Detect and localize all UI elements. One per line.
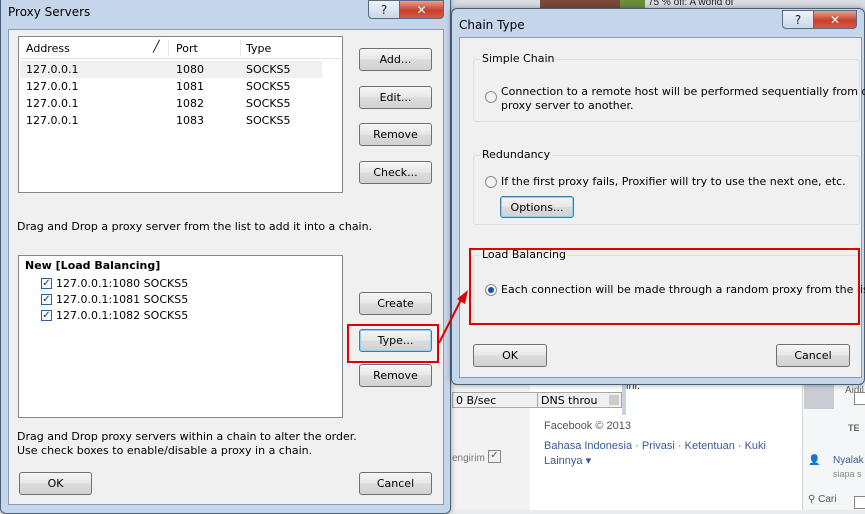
column-address[interactable]: Address (26, 42, 70, 55)
cell-address: 127.0.0.1 (26, 114, 79, 127)
link-privasi[interactable]: Privasi (642, 440, 675, 452)
annotation-arrow (438, 290, 468, 344)
simple-chain-text-2[interactable]: proxy server to another. (501, 99, 634, 112)
footer-links: Bahasa Indonesia · Privasi · Ketentuan ·… (544, 440, 766, 467)
chain-item-checkbox[interactable]: ✓ (41, 293, 52, 305)
table-row[interactable]: 127.0.0.1 1080 SOCKS5 (20, 61, 322, 78)
close-button[interactable]: ✕ (399, 0, 444, 19)
annotation-load-balancing-highlight (469, 248, 860, 325)
avatar (804, 385, 834, 409)
chain-list[interactable]: New [Load Balancing] ✓ 127.0.0.1:1080 SO… (18, 255, 343, 418)
window-title: Chain Type (459, 18, 525, 32)
cell-address: 127.0.0.1 (26, 97, 79, 110)
status-grip (609, 395, 619, 405)
proxy-client-area: Address ╱ Port Type 127.0.0.1 1080 SOCKS… (8, 29, 444, 505)
status-separator (537, 393, 538, 407)
chain-item-label: 127.0.0.1:1081 SOCKS5 (56, 292, 189, 306)
background-ad-text: 75 % off: A world of (648, 0, 734, 8)
background-checkbox (854, 392, 865, 405)
cell-type: SOCKS5 (246, 63, 291, 76)
column-port[interactable]: Port (176, 42, 198, 55)
background-send-checkbox: ✓ (488, 450, 501, 463)
remove-proxy-button[interactable]: Remove (359, 123, 432, 146)
options-button[interactable]: Options... (500, 196, 574, 218)
cancel-button[interactable]: Cancel (359, 472, 432, 495)
cell-port: 1081 (176, 80, 204, 93)
cell-address: 127.0.0.1 (26, 63, 79, 76)
drag-hint-top: Drag and Drop a proxy server from the li… (17, 220, 373, 233)
facebook-copyright: Facebook © 2013 (544, 420, 631, 432)
close-button[interactable]: ✕ (813, 10, 857, 29)
simple-chain-group: Simple Chain Connection to a remote host… (473, 52, 865, 122)
help-button[interactable]: ? (782, 10, 814, 29)
proxy-list-header: Address ╱ Port Type (20, 38, 341, 59)
ok-button[interactable]: OK (19, 472, 92, 495)
edit-button[interactable]: Edit... (359, 86, 432, 109)
link-bahasa[interactable]: Bahasa Indonesia (544, 440, 632, 452)
chain-name[interactable]: New [Load Balancing] (25, 259, 160, 272)
link-ketentuan[interactable]: Ketentuan (685, 440, 735, 452)
table-row[interactable]: 127.0.0.1 1081 SOCKS5 (20, 78, 322, 95)
cell-port: 1080 (176, 63, 204, 76)
simple-chain-radio[interactable] (485, 91, 497, 103)
chain-ok-button[interactable]: OK (473, 344, 547, 367)
cell-port: 1083 (176, 114, 204, 127)
help-button[interactable]: ? (368, 0, 400, 19)
chain-item[interactable]: ✓ 127.0.0.1:1082 SOCKS5 (41, 307, 188, 323)
search-text: Cari (818, 494, 837, 505)
chain-item-checkbox[interactable]: ✓ (41, 309, 52, 321)
cell-address: 127.0.0.1 (26, 80, 79, 93)
chain-type-client-area: Simple Chain Connection to a remote host… (459, 37, 865, 378)
check-button[interactable]: Check... (359, 161, 432, 184)
search-icon: ⚲ (808, 494, 816, 505)
redundancy-group: Redundancy If the first proxy fails, Pro… (473, 148, 860, 225)
cell-port: 1082 (176, 97, 204, 110)
background-checkbox (854, 496, 865, 509)
link-kuki[interactable]: Kuki (745, 440, 766, 452)
chat-header: TE (848, 423, 860, 433)
redundancy-text[interactable]: If the first proxy fails, Proxifier will… (501, 175, 846, 188)
drag-hint-bottom-1: Drag and Drop proxy servers within a cha… (17, 430, 357, 443)
cell-type: SOCKS5 (246, 97, 291, 110)
column-separator[interactable] (168, 40, 169, 56)
search-label[interactable]: ⚲ Cari (808, 494, 836, 505)
chain-cancel-button[interactable]: Cancel (776, 344, 850, 367)
annotation-type-highlight (347, 324, 439, 363)
chain-item[interactable]: ✓ 127.0.0.1:1081 SOCKS5 (41, 291, 188, 307)
chain-item[interactable]: ✓ 127.0.0.1:1080 SOCKS5 (41, 275, 188, 291)
status-speed: 0 B/sec (456, 394, 497, 407)
cell-type: SOCKS5 (246, 114, 291, 127)
proxy-list[interactable]: Address ╱ Port Type 127.0.0.1 1080 SOCKS… (18, 36, 343, 193)
table-row[interactable]: 127.0.0.1 1083 SOCKS5 (20, 112, 322, 129)
status-dns: DNS throu (541, 394, 598, 407)
cell-type: SOCKS5 (246, 80, 291, 93)
drag-hint-bottom-2: Use check boxes to enable/disable a prox… (17, 444, 313, 457)
create-chain-button[interactable]: Create (359, 292, 432, 315)
window-title: Proxy Servers (8, 5, 91, 19)
chain-item-label: 127.0.0.1:1080 SOCKS5 (56, 276, 189, 290)
redundancy-radio[interactable] (485, 176, 497, 188)
simple-chain-text-1[interactable]: Connection to a remote host will be perf… (501, 85, 865, 98)
chain-type-window: Chain Type ? ✕ Simple Chain Connection t… (451, 8, 865, 385)
sort-icon: ╱ (153, 40, 160, 53)
link-lainnya[interactable]: Lainnya ▾ (544, 455, 591, 467)
chain-item-checkbox[interactable]: ✓ (41, 277, 52, 289)
table-row[interactable]: 127.0.0.1 1082 SOCKS5 (20, 95, 322, 112)
chain-item-label: 127.0.0.1:1082 SOCKS5 (56, 308, 189, 322)
remove-chain-button[interactable]: Remove (359, 364, 432, 387)
background-statusbar: 0 B/sec DNS throu (452, 392, 622, 408)
simple-chain-title: Simple Chain (480, 52, 557, 65)
chat-subtext: siapa s (833, 469, 862, 479)
column-separator[interactable] (240, 40, 241, 56)
user-icon: 👤 (808, 455, 821, 466)
redundancy-title: Redundancy (480, 148, 553, 161)
proxy-servers-window: Proxy Servers ? ✕ Address ╱ Port Type 12… (0, 0, 451, 514)
chat-status: Nyalak (833, 455, 864, 466)
column-type[interactable]: Type (246, 42, 271, 55)
background-send-label: engirim (452, 453, 485, 464)
add-button[interactable]: Add... (359, 48, 432, 71)
